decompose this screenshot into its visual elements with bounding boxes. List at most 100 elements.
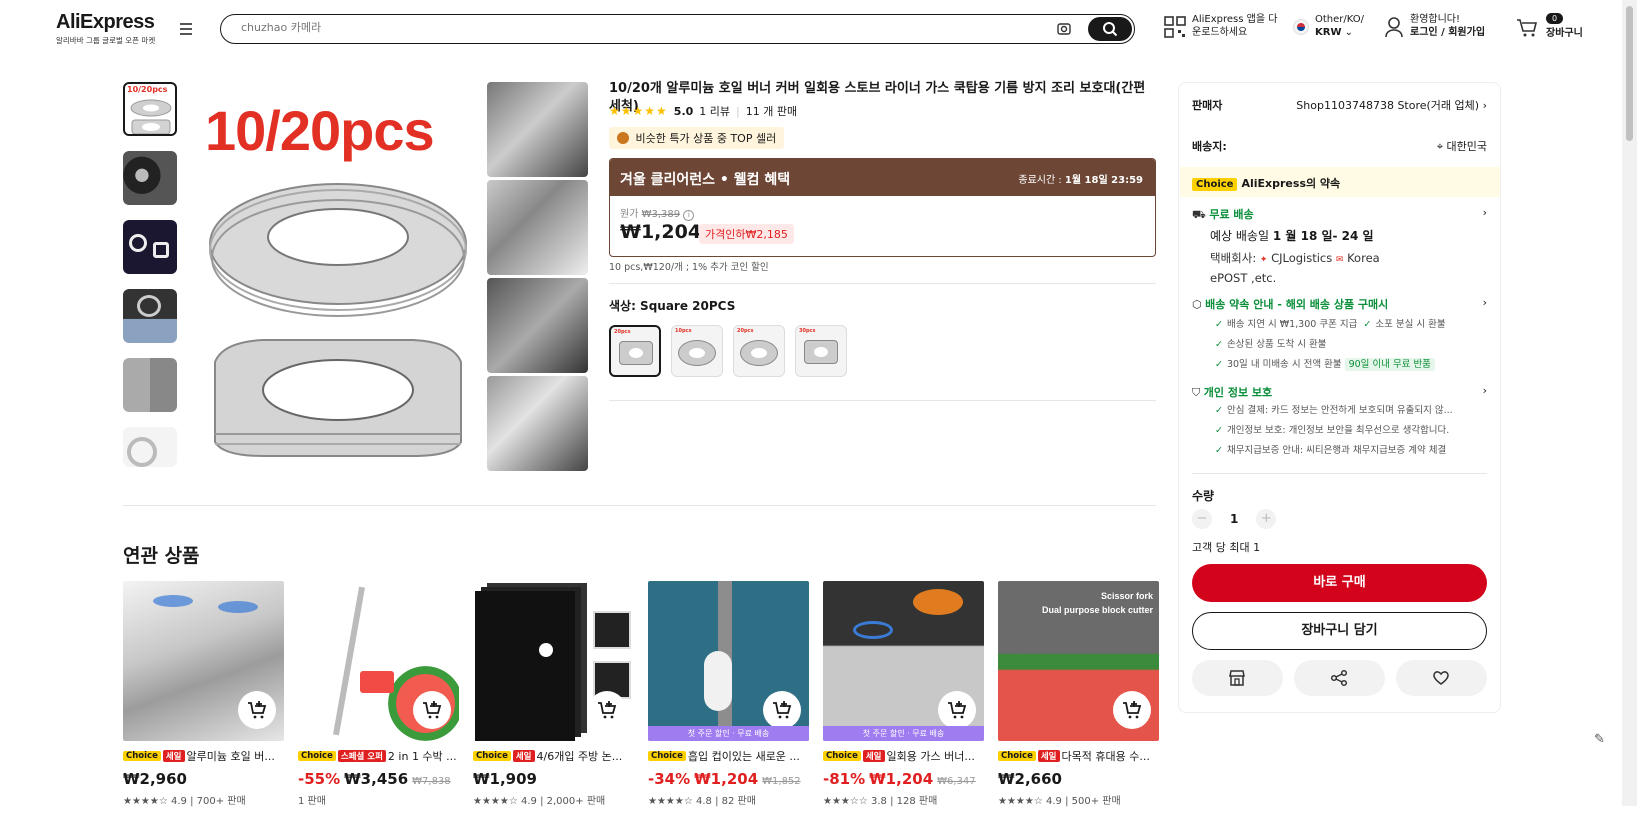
buy-now-button[interactable]: 바로 구매	[1192, 564, 1487, 602]
search-input[interactable]	[241, 21, 1041, 34]
edit-feedback-icon[interactable]: ✎	[1594, 732, 1614, 752]
thumbnail[interactable]	[123, 427, 177, 467]
app-line2: 운로드하세요	[1192, 27, 1248, 38]
product-image[interactable]	[298, 581, 459, 741]
delivery-promise-label: 배송 약속 안내 - 해외 배송 상품 구매시	[1205, 298, 1389, 311]
privacy-row[interactable]: ⛉ 개인 정보 보호 ›	[1192, 384, 1487, 400]
thumbnail[interactable]	[123, 358, 177, 412]
search-button[interactable]	[1088, 17, 1132, 41]
choice-tag: Choice	[823, 751, 861, 761]
product-image[interactable]	[123, 581, 284, 741]
product-card[interactable]: 첫 주문 할인 · 무료 배송 Choice 세일 일회용 가스 버너... -81…	[823, 581, 984, 821]
swatch-square-20pcs[interactable]: 20pcs	[609, 325, 661, 377]
increment-button[interactable]: +	[1256, 509, 1277, 529]
product-card[interactable]: Choice 스페셜 오퍼 2 in 1 수박 ... -55% ₩3,456 ₩7,8…	[298, 581, 459, 821]
top-seller-text: 비슷한 특가 상품 중 TOP 셀러	[635, 132, 777, 145]
product-image[interactable]: Scissor fork Dual purpose block cutter	[998, 581, 1159, 741]
add-to-cart-circle[interactable]	[238, 691, 276, 729]
store-button[interactable]	[1192, 660, 1283, 696]
free-shipping-row[interactable]: ⛟ 무료 배송 ›	[1192, 206, 1487, 223]
scrollbar-thumb[interactable]	[1626, 6, 1633, 141]
card-price: ₩3,456	[344, 770, 409, 788]
thumbnail[interactable]	[123, 289, 177, 343]
card-sold: ★★★★☆ 4.9 | 2,000+ 판매	[473, 796, 606, 807]
add-to-cart-circle[interactable]	[588, 691, 626, 729]
product-image[interactable]	[473, 581, 634, 741]
menu-icon[interactable]	[180, 23, 194, 35]
swatch-option[interactable]: 20pcs	[733, 325, 785, 377]
swatch-option[interactable]: 30pcs	[795, 325, 847, 377]
chevron-right-icon: ›	[1482, 384, 1487, 397]
promo-end-time: 1월 18일 23:59	[1064, 175, 1143, 186]
add-to-cart-circle[interactable]	[1113, 691, 1151, 729]
image-search-icon[interactable]	[1056, 21, 1072, 37]
info-icon[interactable]: i	[683, 210, 695, 221]
card-orig-price: ₩6,347	[937, 776, 976, 787]
cj-logo-icon: ✦	[1259, 255, 1268, 265]
delivery-prefix: 예상 배송일	[1210, 229, 1270, 243]
region-selector[interactable]: Other/KO/ KRW ⌄	[1293, 13, 1364, 39]
side-image[interactable]	[487, 278, 588, 373]
sale-tag: 세일	[1037, 750, 1060, 762]
user-icon	[1385, 17, 1403, 38]
card-sold: ★★★★☆ 4.9 | 700+ 판매	[123, 796, 246, 807]
login-signup-link[interactable]: 로그인 / 회원가입	[1410, 27, 1485, 38]
aliexpress-logo[interactable]: AliExpress 알리바바 그룹 글로벌 오픈 마켓	[56, 11, 155, 46]
korea-flag-icon	[1293, 19, 1309, 35]
side-image[interactable]	[487, 376, 588, 471]
choice-promise-bar: Choice AliExpress의 약속	[1180, 167, 1500, 197]
shield-check-icon: ⛉	[1192, 386, 1201, 399]
wishlist-button[interactable]	[1396, 660, 1487, 696]
delivery-promise-row[interactable]: ⬡ 배송 약속 안내 - 해외 배송 상품 구매시 ›	[1192, 296, 1487, 312]
product-card[interactable]: Choice 세일 4/6개입 주방 논... ₩1,909 ★★★★☆ 4.9 |…	[473, 581, 634, 821]
add-to-cart-circle[interactable]	[763, 691, 801, 729]
product-card[interactable]: 첫 주문 할인 · 무료 배송 Choice 흡입 컵이있는 새로운 ... -3…	[648, 581, 809, 821]
chevron-right-icon: ›	[1482, 99, 1487, 112]
card-price-row: -34% ₩1,204 ₩1,852	[648, 770, 809, 788]
thumbnail[interactable]	[123, 151, 177, 205]
decrement-button[interactable]: −	[1192, 509, 1212, 529]
card-name: 4/6개입 주방 논...	[536, 750, 623, 763]
product-image[interactable]: 첫 주문 할인 · 무료 배송	[823, 581, 984, 741]
privacy-item: 채무지급보증 안내: 씨티은행과 채무지급보증 계약 체결	[1226, 445, 1447, 456]
check-icon: ✓	[1215, 405, 1223, 416]
product-card[interactable]: Scissor fork Dual purpose block cutter Ch…	[998, 581, 1159, 821]
side-image[interactable]	[487, 180, 588, 275]
download-app[interactable]: AliExpress 앱을 다 운로드하세요	[1164, 13, 1277, 39]
cart-label: 장바구니	[1546, 28, 1583, 39]
share-button[interactable]	[1294, 660, 1385, 696]
add-to-cart-button[interactable]: 장바구니 담기	[1192, 612, 1487, 650]
choice-tag: Choice	[1192, 178, 1238, 191]
swatch-label: 20pcs	[614, 329, 631, 335]
orig-label: 원가	[620, 209, 639, 220]
side-image[interactable]	[487, 82, 588, 177]
top-seller-badge: 비슷한 특가 상품 중 TOP 셀러	[609, 127, 785, 149]
product-card[interactable]: Choice 세일 알루미늄 호일 버... ₩2,960 ★★★★☆ 4.9 | …	[123, 581, 284, 821]
card-discount: -55%	[298, 770, 341, 788]
thumbnail[interactable]	[123, 220, 177, 274]
product-image[interactable]: 첫 주문 할인 · 무료 배송	[648, 581, 809, 741]
courier-label: 택배회사:	[1210, 251, 1257, 265]
promo-ribbon: 첫 주문 할인 · 무료 배송	[823, 726, 984, 741]
card-price: ₩1,204	[869, 770, 934, 788]
thumbnail[interactable]: 10/20pcs	[123, 82, 177, 136]
page-scrollbar[interactable]	[1622, 0, 1637, 806]
review-count[interactable]: 1 리뷰	[699, 103, 730, 119]
delivery-dates: 1 월 18 일- 24 일	[1272, 229, 1374, 243]
swatch-option[interactable]: 10pcs	[671, 325, 723, 377]
promise-item: 배송 지연 시 ₩1,300 쿠폰 지급	[1226, 319, 1358, 330]
add-to-cart-circle[interactable]	[413, 691, 451, 729]
quantity-stepper: − 1 +	[1192, 509, 1277, 529]
card-price: ₩1,204	[694, 770, 759, 788]
seller-link[interactable]: Shop1103748738 Store(거래 업체) ›	[1296, 97, 1487, 113]
quantity-value[interactable]: 1	[1230, 512, 1238, 526]
promise-item: 소포 분실 시 환불	[1375, 319, 1446, 330]
ship-to-row: 배송지: ⌖ 대한민국	[1192, 138, 1487, 154]
account-menu[interactable]: 환영합니다! 로그인 / 회원가입	[1384, 13, 1485, 39]
card-name: 알루미늄 호일 버...	[186, 750, 275, 763]
choice-tag: Choice	[298, 751, 336, 761]
swatch-label: 10pcs	[675, 328, 692, 334]
add-to-cart-circle[interactable]	[938, 691, 976, 729]
ship-to-selector[interactable]: ⌖ 대한민국	[1437, 138, 1487, 154]
shield-icon: ⬡	[1192, 298, 1202, 311]
